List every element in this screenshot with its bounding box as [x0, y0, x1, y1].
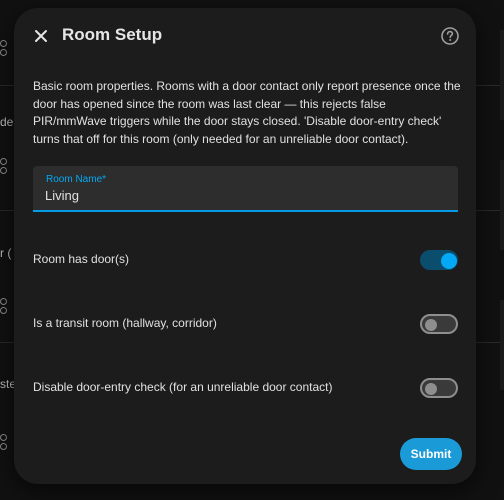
room-name-field[interactable]: Room Name*	[33, 166, 458, 212]
toggle-thumb	[425, 383, 437, 395]
has-doors-toggle[interactable]	[420, 250, 458, 270]
dialog-title: Room Setup	[62, 25, 163, 44]
dialog-description: Basic room properties. Rooms with a door…	[33, 79, 461, 146]
list-item-fragment: de	[0, 115, 14, 129]
setting-row-disable-door-entry: Disable door-entry check (for an unrelia…	[33, 376, 461, 400]
setting-label: Room has door(s)	[33, 252, 130, 266]
list-item-fragment: r (	[0, 246, 12, 260]
disable-door-entry-toggle[interactable]	[420, 378, 458, 398]
room-name-input[interactable]	[45, 186, 445, 204]
room-name-label: Room Name*	[46, 174, 107, 185]
submit-button[interactable]: Submit	[400, 438, 462, 470]
close-icon[interactable]	[30, 25, 52, 47]
list-card-edge	[500, 160, 504, 250]
list-card-edge	[500, 30, 504, 120]
setting-row-transit-room: Is a transit room (hallway, corridor)	[33, 312, 461, 336]
toggle-thumb	[425, 319, 437, 331]
room-setup-dialog: Room Setup Basic room properties. Rooms …	[14, 8, 476, 484]
transit-room-toggle[interactable]	[420, 314, 458, 334]
entity-icon	[0, 434, 8, 450]
entity-icon	[0, 40, 8, 56]
setting-label: Is a transit room (hallway, corridor)	[33, 316, 217, 330]
list-card-edge	[500, 300, 504, 390]
setting-row-has-doors: Room has door(s)	[33, 248, 461, 272]
setting-label: Disable door-entry check (for an unrelia…	[33, 380, 333, 394]
entity-icon	[0, 158, 8, 174]
entity-icon	[0, 298, 8, 314]
help-circle-icon[interactable]	[440, 26, 460, 46]
toggle-thumb	[441, 253, 457, 269]
